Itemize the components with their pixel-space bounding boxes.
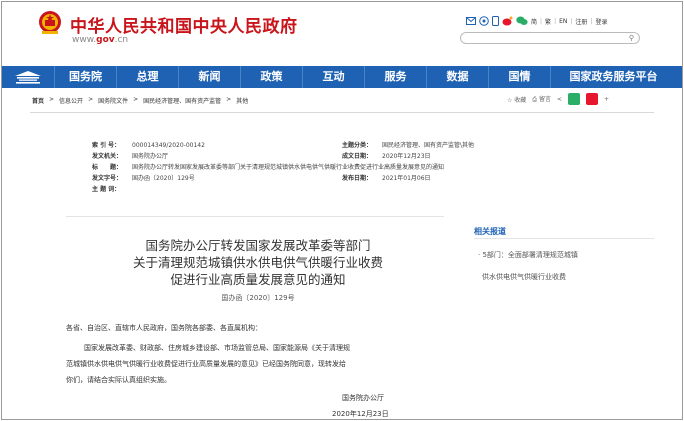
nav-item-news[interactable]: 新闻 <box>178 66 240 88</box>
site-title[interactable]: 中华人民共和国中央人民政府 <box>70 12 298 37</box>
related-report-link[interactable]: · 5部门：全面部署清理规范城镇 供水供电供气供暖行业收费 <box>478 244 654 288</box>
mobile-icon[interactable] <box>492 16 499 26</box>
crumb-info-public[interactable]: 信息公开 <box>59 96 83 105</box>
mail-icon[interactable] <box>466 17 476 25</box>
site-header: 中华人民共和国中央人民政府 www.gov.cn 简 | 繁 | EN | 注册… <box>2 2 682 66</box>
crumb-state-council-docs[interactable]: 国务院文件 <box>98 96 128 105</box>
crumb-economy[interactable]: 国民经济管理、国有资产监管 <box>143 96 221 105</box>
crumb-other[interactable]: 其他 <box>236 96 248 105</box>
meta-keywords: 主 题 词： <box>92 186 121 193</box>
crumb-home[interactable]: 首页 <box>32 96 44 105</box>
divider <box>66 216 444 217</box>
related-reports-heading: 相关报道 <box>474 227 506 236</box>
meta-title: 标 题： 国务院办公厅转发国家发展改革委等部门关于清理规范城镇供水供电供气供暖行业… <box>92 164 445 171</box>
wechat-icon[interactable] <box>516 16 528 26</box>
salutation: 各省、自治区、直辖市人民政府，国务院各部委、各直属机构： <box>66 324 262 332</box>
share-toolbar: ☆ 收藏 ⎙ 留言 < + <box>507 93 609 105</box>
nav-item-services[interactable]: 服务 <box>364 66 426 88</box>
link-traditional[interactable]: 繁 <box>545 17 551 26</box>
favorite-button[interactable]: ☆ 收藏 <box>507 95 526 104</box>
related-report-line-1[interactable]: · 5部门：全面部署清理规范城镇 <box>478 244 654 266</box>
meta-issuer: 发文机关： 国务院办公厅 <box>92 153 169 160</box>
home-icon[interactable] <box>2 66 54 88</box>
divider: | <box>554 17 557 25</box>
share-icon[interactable]: < <box>557 96 562 103</box>
more-share-icon[interactable]: + <box>604 96 609 103</box>
crumb-sep: > <box>49 96 55 103</box>
divider: | <box>590 17 593 25</box>
link-english[interactable]: EN <box>559 18 567 25</box>
nav-item-service-platform[interactable]: 国家政务服务平台 <box>550 66 676 88</box>
nav-item-national-conditions[interactable]: 国情 <box>488 66 550 88</box>
main-nav: 国务院 总理 新闻 政策 互动 服务 数据 国情 国家政务服务平台 <box>2 66 682 88</box>
meta-date: 成文日期： 2020年12月23日 <box>342 153 431 160</box>
body-line-3: 你们，请结合实际认真组织实施。 <box>66 376 171 384</box>
browser-page: 中华人民共和国中央人民政府 www.gov.cn 简 | 繁 | EN | 注册… <box>1 1 683 420</box>
crumb-sep: > <box>226 96 232 103</box>
national-emblem-icon[interactable] <box>38 10 62 36</box>
body-line-1: 国家发展改革委、财政部、住房城乡建设部、市场监管总局、国家能源局《关于清理规 <box>84 344 350 352</box>
link-login[interactable]: 登录 <box>595 17 607 26</box>
divider <box>30 112 654 113</box>
sina-weibo-icon[interactable] <box>502 16 513 26</box>
meta-topic: 主题分类： 国民经济管理、国有资产监管\其他 <box>342 142 475 149</box>
divider: | <box>540 17 543 25</box>
weibo-icon[interactable] <box>479 16 489 26</box>
related-report-line-2[interactable]: 供水供电供气供暖行业收费 <box>478 266 654 288</box>
crumb-sep: > <box>88 96 94 103</box>
document-number: 国办函〔2020〕129号 <box>221 294 295 302</box>
top-links: 简 | 繁 | EN | 注册 | 登录 <box>466 16 607 26</box>
breadcrumb: 首页 > 信息公开 > 国务院文件 > 国民经济管理、国有资产监管 > 其他 <box>32 96 248 105</box>
document-title-line-2: 关于清理规范城镇供水供电供气供暖行业收费 <box>132 255 383 270</box>
nav-item-policy[interactable]: 政策 <box>240 66 302 88</box>
nav-item-premier[interactable]: 总理 <box>116 66 178 88</box>
nav-item-interaction[interactable]: 互动 <box>302 66 364 88</box>
weibo-share-icon[interactable] <box>586 93 599 105</box>
message-button[interactable]: ⎙ 留言 <box>532 94 551 104</box>
nav-item-data[interactable]: 数据 <box>426 66 488 88</box>
divider <box>474 238 654 239</box>
document-title-line-3: 促进行业高质量发展意见的通知 <box>170 272 346 287</box>
search-input[interactable]: ⚲ <box>460 32 640 44</box>
signer: 国务院办公厅 <box>342 394 384 402</box>
meta-publish-date: 发布日期： 2021年01月06日 <box>342 175 431 182</box>
sign-date: 2020年12月23日 <box>332 410 389 418</box>
crumb-sep: > <box>133 96 139 103</box>
link-register[interactable]: 注册 <box>575 17 587 26</box>
link-simplified[interactable]: 简 <box>531 17 537 26</box>
meta-index-no: 索 引 号： 000014349/2020-00142 <box>92 142 205 149</box>
meta-doc-no: 发文字号： 国办函〔2020〕129号 <box>92 175 195 182</box>
search-icon[interactable]: ⚲ <box>629 34 634 42</box>
site-url: www.gov.cn <box>72 35 129 45</box>
wechat-share-icon[interactable] <box>568 93 581 105</box>
nav-item-state-council[interactable]: 国务院 <box>54 66 116 88</box>
divider: | <box>570 17 573 25</box>
body-line-2: 范城镇供水供电供气供暖行业收费促进行业高质量发展的意见》已经国务院同意，现转发给 <box>66 360 346 368</box>
document-title-line-1: 国务院办公厅转发国家发展改革委等部门 <box>145 238 371 253</box>
